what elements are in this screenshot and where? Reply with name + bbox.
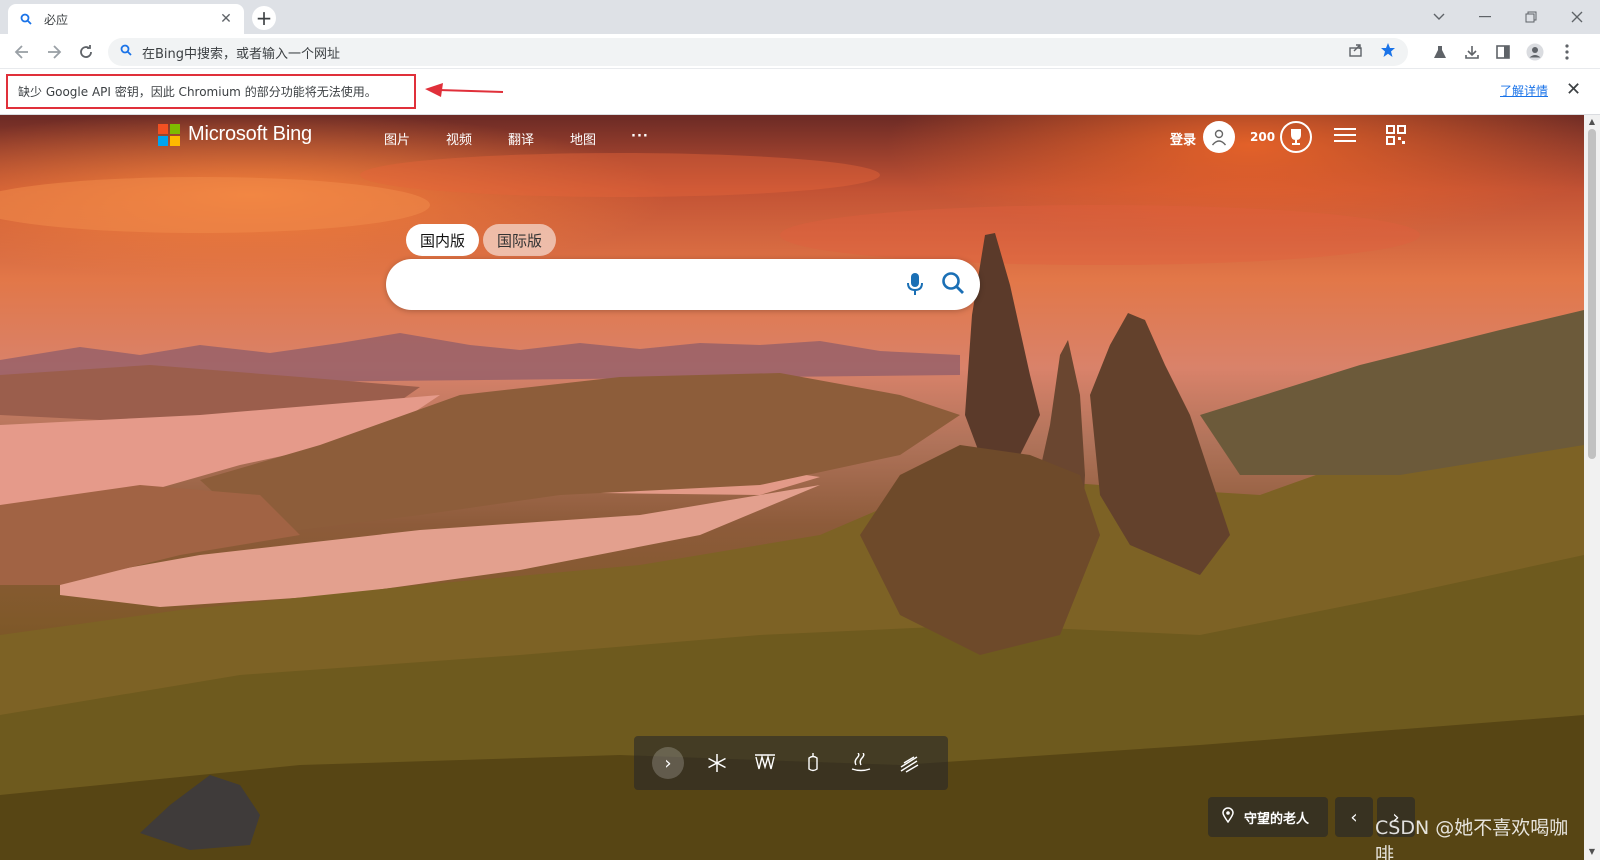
image-toolbar: ›: [634, 736, 948, 790]
bing-homepage: Microsoft Bing 图片 视频 翻译 地图 ··· 登录 200 国内: [0, 115, 1584, 860]
watermark: CSDN @她不喜欢喝咖啡: [1375, 817, 1569, 860]
bookmark-star-icon[interactable]: [1380, 42, 1396, 62]
side-panel-icon[interactable]: [1491, 40, 1515, 64]
location-label: 守望的老人: [1244, 811, 1310, 827]
address-text: 在Bing中搜索，或者输入一个网址: [142, 46, 341, 62]
minimize-icon[interactable]: [1462, 0, 1508, 34]
close-window-icon[interactable]: [1554, 0, 1600, 34]
share-icon[interactable]: [1348, 42, 1364, 62]
page-scrollbar[interactable]: ▲ ▼: [1584, 115, 1600, 860]
snowfall-icon[interactable]: [894, 748, 924, 778]
restore-icon[interactable]: [1508, 0, 1554, 34]
back-icon[interactable]: [10, 40, 34, 64]
scroll-up-icon[interactable]: ▲: [1587, 117, 1597, 127]
snowflake-icon[interactable]: [702, 748, 732, 778]
search-icon[interactable]: [941, 271, 965, 299]
tab-title: 必应: [44, 12, 69, 27]
search-icon: [120, 44, 132, 60]
hot-spring-icon[interactable]: [846, 748, 876, 778]
nav-videos[interactable]: 视频: [446, 129, 472, 148]
search-scope-tabs: 国内版 国际版: [406, 224, 557, 256]
rewards-trophy-icon[interactable]: [1280, 121, 1312, 153]
chevron-right-icon[interactable]: ›: [652, 747, 684, 779]
tab-bing[interactable]: 必应 ✕: [8, 4, 244, 34]
image-location[interactable]: 守望的老人: [1208, 797, 1328, 837]
scope-tab-domestic[interactable]: 国内版: [406, 224, 480, 256]
search-box: [386, 259, 980, 310]
warning-infobar: 缺少 Google API 密钥，因此 Chromium 的部分功能将无法使用。…: [0, 69, 1600, 115]
nav-images[interactable]: 图片: [384, 129, 410, 148]
nav-translate[interactable]: 翻译: [508, 129, 534, 148]
annotation-arrow: [425, 83, 504, 97]
download-icon[interactable]: [1460, 40, 1484, 64]
lantern-icon[interactable]: [798, 748, 828, 778]
forward-icon[interactable]: [42, 40, 66, 64]
tab-close-icon[interactable]: ✕: [218, 11, 234, 27]
microphone-icon[interactable]: [906, 272, 924, 300]
qr-code-icon[interactable]: [1386, 125, 1406, 149]
new-tab-button[interactable]: +: [252, 6, 276, 30]
scrollbar-thumb[interactable]: [1588, 129, 1596, 459]
reload-icon[interactable]: [74, 40, 98, 64]
brand-name: Microsoft Bing: [188, 123, 312, 145]
user-avatar-icon[interactable]: [1203, 121, 1235, 153]
close-infobar-icon[interactable]: ✕: [1566, 79, 1581, 100]
nav-more[interactable]: ···: [631, 129, 649, 144]
lab-flask-icon[interactable]: [1428, 40, 1452, 64]
learn-more-link[interactable]: 了解详情: [1500, 82, 1548, 99]
scope-tab-international[interactable]: 国际版: [483, 224, 557, 256]
browser-toolbar: 在Bing中搜索，或者输入一个网址: [0, 34, 1600, 69]
tab-strip: 必应 ✕ +: [0, 0, 1600, 34]
hamburger-menu-icon[interactable]: [1334, 127, 1356, 147]
bing-header: Microsoft Bing 图片 视频 翻译 地图 ··· 登录 200: [0, 115, 1584, 165]
more-menu-icon[interactable]: [1555, 40, 1579, 64]
previous-image-icon[interactable]: ‹: [1335, 797, 1373, 837]
bing-logo[interactable]: Microsoft Bing: [158, 123, 312, 146]
profile-icon[interactable]: [1523, 40, 1547, 64]
infobar-message: 缺少 Google API 密钥，因此 Chromium 的部分功能将无法使用。: [6, 74, 416, 109]
search-favicon-icon: [18, 11, 34, 27]
microsoft-logo-icon: [158, 123, 180, 146]
icicle-icon[interactable]: [750, 748, 780, 778]
search-input[interactable]: [406, 269, 886, 299]
chevron-down-icon[interactable]: [1416, 0, 1462, 34]
location-pin-icon: [1222, 807, 1234, 827]
address-bar[interactable]: 在Bing中搜索，或者输入一个网址: [108, 38, 1408, 66]
nav-maps[interactable]: 地图: [570, 129, 596, 148]
scroll-down-icon[interactable]: ▼: [1587, 847, 1597, 857]
rewards-points[interactable]: 200: [1250, 130, 1275, 144]
login-link[interactable]: 登录: [1170, 129, 1196, 148]
